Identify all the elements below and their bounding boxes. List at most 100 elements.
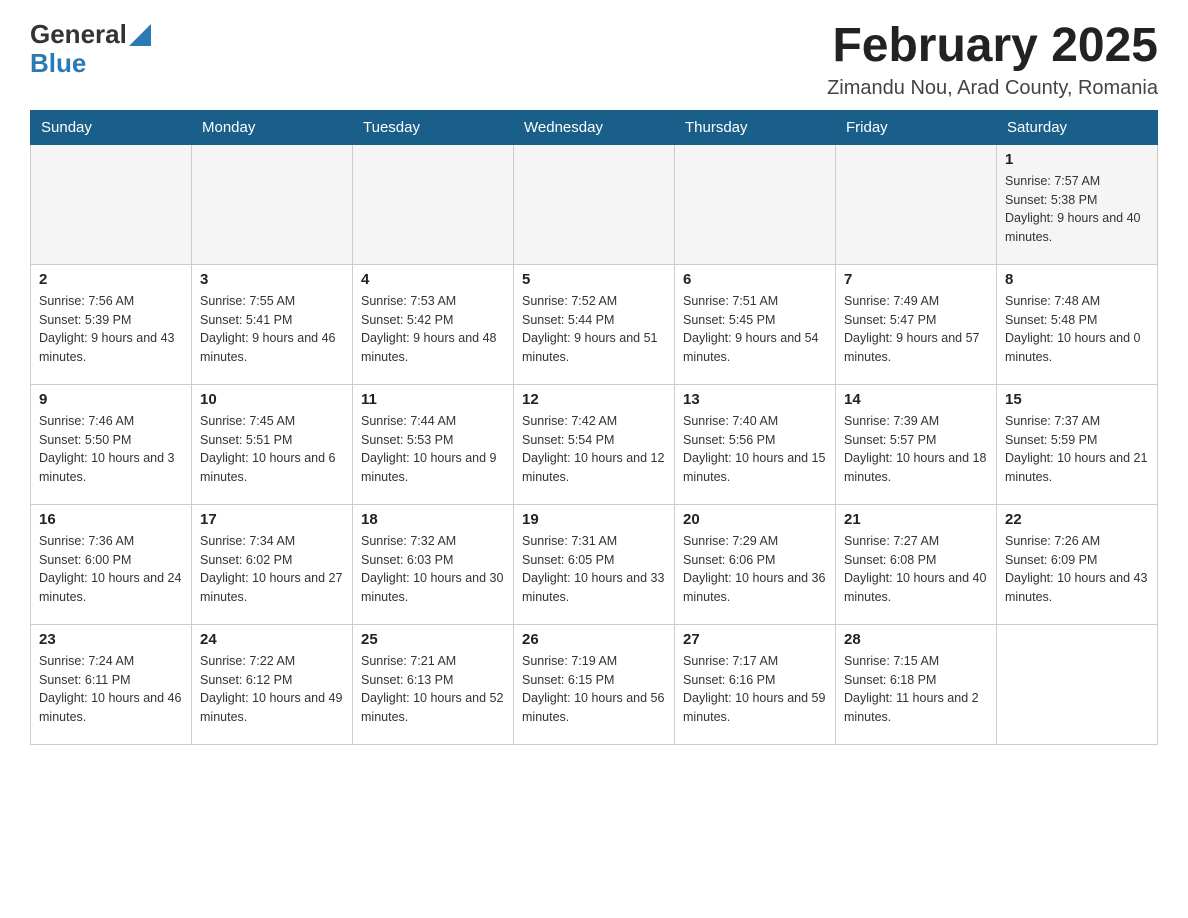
- calendar-cell: 23 Sunrise: 7:24 AM Sunset: 6:11 PM Dayli…: [31, 624, 192, 744]
- title-area: February 2025 Zimandu Nou, Arad County, …: [827, 20, 1158, 100]
- calendar-title: February 2025: [827, 20, 1158, 73]
- day-info: Sunrise: 7:56 AM Sunset: 5:39 PM Dayligh…: [39, 292, 183, 367]
- day-info: Sunrise: 7:36 AM Sunset: 6:00 PM Dayligh…: [39, 532, 183, 607]
- day-info: Sunrise: 7:34 AM Sunset: 6:02 PM Dayligh…: [200, 532, 344, 607]
- day-number: 18: [361, 511, 505, 528]
- day-info: Sunrise: 7:48 AM Sunset: 5:48 PM Dayligh…: [1005, 292, 1149, 367]
- calendar-cell: 11 Sunrise: 7:44 AM Sunset: 5:53 PM Dayli…: [353, 384, 514, 504]
- week-row-3: 9 Sunrise: 7:46 AM Sunset: 5:50 PM Daylig…: [31, 384, 1158, 504]
- day-number: 14: [844, 391, 988, 408]
- weekday-header-row: SundayMondayTuesdayWednesdayThursdayFrid…: [31, 110, 1158, 144]
- calendar-cell: [997, 624, 1158, 744]
- day-number: 3: [200, 271, 344, 288]
- day-info: Sunrise: 7:22 AM Sunset: 6:12 PM Dayligh…: [200, 652, 344, 727]
- day-info: Sunrise: 7:57 AM Sunset: 5:38 PM Dayligh…: [1005, 172, 1149, 247]
- calendar-cell: [514, 144, 675, 264]
- day-number: 15: [1005, 391, 1149, 408]
- calendar-cell: 17 Sunrise: 7:34 AM Sunset: 6:02 PM Dayli…: [192, 504, 353, 624]
- day-info: Sunrise: 7:39 AM Sunset: 5:57 PM Dayligh…: [844, 412, 988, 487]
- calendar-cell: 25 Sunrise: 7:21 AM Sunset: 6:13 PM Dayli…: [353, 624, 514, 744]
- day-number: 5: [522, 271, 666, 288]
- calendar-cell: 16 Sunrise: 7:36 AM Sunset: 6:00 PM Dayli…: [31, 504, 192, 624]
- calendar-cell: 4Sunrise: 7:53 AM Sunset: 5:42 PM Daylig…: [353, 264, 514, 384]
- calendar-cell: 26 Sunrise: 7:19 AM Sunset: 6:15 PM Dayli…: [514, 624, 675, 744]
- logo-blue-text: Blue: [30, 49, 151, 78]
- calendar-cell: [192, 144, 353, 264]
- day-info: Sunrise: 7:31 AM Sunset: 6:05 PM Dayligh…: [522, 532, 666, 607]
- calendar-cell: 10Sunrise: 7:45 AM Sunset: 5:51 PM Dayli…: [192, 384, 353, 504]
- calendar-cell: 9 Sunrise: 7:46 AM Sunset: 5:50 PM Daylig…: [31, 384, 192, 504]
- weekday-header-sunday: Sunday: [31, 110, 192, 144]
- day-number: 1: [1005, 151, 1149, 168]
- day-info: Sunrise: 7:42 AM Sunset: 5:54 PM Dayligh…: [522, 412, 666, 487]
- day-number: 24: [200, 631, 344, 648]
- calendar-cell: 21 Sunrise: 7:27 AM Sunset: 6:08 PM Dayli…: [836, 504, 997, 624]
- day-number: 27: [683, 631, 827, 648]
- calendar-cell: 13Sunrise: 7:40 AM Sunset: 5:56 PM Dayli…: [675, 384, 836, 504]
- calendar-table: SundayMondayTuesdayWednesdayThursdayFrid…: [30, 110, 1158, 745]
- day-number: 8: [1005, 271, 1149, 288]
- day-number: 28: [844, 631, 988, 648]
- weekday-header-thursday: Thursday: [675, 110, 836, 144]
- day-number: 11: [361, 391, 505, 408]
- page-header: General Blue February 2025 Zimandu Nou, …: [30, 20, 1158, 100]
- weekday-header-friday: Friday: [836, 110, 997, 144]
- logo: General Blue: [30, 20, 151, 77]
- calendar-cell: 18 Sunrise: 7:32 AM Sunset: 6:03 PM Dayli…: [353, 504, 514, 624]
- day-info: Sunrise: 7:55 AM Sunset: 5:41 PM Dayligh…: [200, 292, 344, 367]
- calendar-cell: [353, 144, 514, 264]
- day-number: 16: [39, 511, 183, 528]
- day-number: 19: [522, 511, 666, 528]
- logo-arrow-icon: [129, 24, 151, 46]
- weekday-header-wednesday: Wednesday: [514, 110, 675, 144]
- calendar-cell: 27 Sunrise: 7:17 AM Sunset: 6:16 PM Dayli…: [675, 624, 836, 744]
- day-number: 2: [39, 271, 183, 288]
- calendar-cell: 20 Sunrise: 7:29 AM Sunset: 6:06 PM Dayli…: [675, 504, 836, 624]
- day-number: 6: [683, 271, 827, 288]
- day-info: Sunrise: 7:40 AM Sunset: 5:56 PM Dayligh…: [683, 412, 827, 487]
- day-number: 21: [844, 511, 988, 528]
- calendar-cell: 6Sunrise: 7:51 AM Sunset: 5:45 PM Daylig…: [675, 264, 836, 384]
- day-info: Sunrise: 7:46 AM Sunset: 5:50 PM Dayligh…: [39, 412, 183, 487]
- logo-general-text: General: [30, 20, 127, 49]
- day-number: 25: [361, 631, 505, 648]
- calendar-cell: 8 Sunrise: 7:48 AM Sunset: 5:48 PM Daylig…: [997, 264, 1158, 384]
- day-info: Sunrise: 7:29 AM Sunset: 6:06 PM Dayligh…: [683, 532, 827, 607]
- day-info: Sunrise: 7:53 AM Sunset: 5:42 PM Dayligh…: [361, 292, 505, 367]
- calendar-subtitle: Zimandu Nou, Arad County, Romania: [827, 77, 1158, 100]
- week-row-4: 16 Sunrise: 7:36 AM Sunset: 6:00 PM Dayli…: [31, 504, 1158, 624]
- calendar-cell: 1 Sunrise: 7:57 AM Sunset: 5:38 PM Daylig…: [997, 144, 1158, 264]
- calendar-cell: [675, 144, 836, 264]
- day-number: 12: [522, 391, 666, 408]
- weekday-header-saturday: Saturday: [997, 110, 1158, 144]
- day-number: 17: [200, 511, 344, 528]
- day-info: Sunrise: 7:49 AM Sunset: 5:47 PM Dayligh…: [844, 292, 988, 367]
- calendar-cell: 7 Sunrise: 7:49 AM Sunset: 5:47 PM Daylig…: [836, 264, 997, 384]
- day-info: Sunrise: 7:52 AM Sunset: 5:44 PM Dayligh…: [522, 292, 666, 367]
- day-number: 26: [522, 631, 666, 648]
- day-number: 9: [39, 391, 183, 408]
- calendar-cell: [31, 144, 192, 264]
- calendar-cell: 24 Sunrise: 7:22 AM Sunset: 6:12 PM Dayli…: [192, 624, 353, 744]
- day-info: Sunrise: 7:24 AM Sunset: 6:11 PM Dayligh…: [39, 652, 183, 727]
- week-row-5: 23 Sunrise: 7:24 AM Sunset: 6:11 PM Dayli…: [31, 624, 1158, 744]
- calendar-cell: 14 Sunrise: 7:39 AM Sunset: 5:57 PM Dayli…: [836, 384, 997, 504]
- week-row-1: 1 Sunrise: 7:57 AM Sunset: 5:38 PM Daylig…: [31, 144, 1158, 264]
- day-info: Sunrise: 7:37 AM Sunset: 5:59 PM Dayligh…: [1005, 412, 1149, 487]
- weekday-header-monday: Monday: [192, 110, 353, 144]
- day-number: 7: [844, 271, 988, 288]
- day-info: Sunrise: 7:27 AM Sunset: 6:08 PM Dayligh…: [844, 532, 988, 607]
- calendar-cell: 28 Sunrise: 7:15 AM Sunset: 6:18 PM Dayli…: [836, 624, 997, 744]
- day-number: 22: [1005, 511, 1149, 528]
- calendar-cell: 22Sunrise: 7:26 AM Sunset: 6:09 PM Dayli…: [997, 504, 1158, 624]
- day-number: 23: [39, 631, 183, 648]
- week-row-2: 2 Sunrise: 7:56 AM Sunset: 5:39 PM Daylig…: [31, 264, 1158, 384]
- day-info: Sunrise: 7:44 AM Sunset: 5:53 PM Dayligh…: [361, 412, 505, 487]
- day-info: Sunrise: 7:32 AM Sunset: 6:03 PM Dayligh…: [361, 532, 505, 607]
- day-number: 20: [683, 511, 827, 528]
- day-info: Sunrise: 7:19 AM Sunset: 6:15 PM Dayligh…: [522, 652, 666, 727]
- day-info: Sunrise: 7:17 AM Sunset: 6:16 PM Dayligh…: [683, 652, 827, 727]
- calendar-cell: 2 Sunrise: 7:56 AM Sunset: 5:39 PM Daylig…: [31, 264, 192, 384]
- day-info: Sunrise: 7:21 AM Sunset: 6:13 PM Dayligh…: [361, 652, 505, 727]
- day-info: Sunrise: 7:15 AM Sunset: 6:18 PM Dayligh…: [844, 652, 988, 727]
